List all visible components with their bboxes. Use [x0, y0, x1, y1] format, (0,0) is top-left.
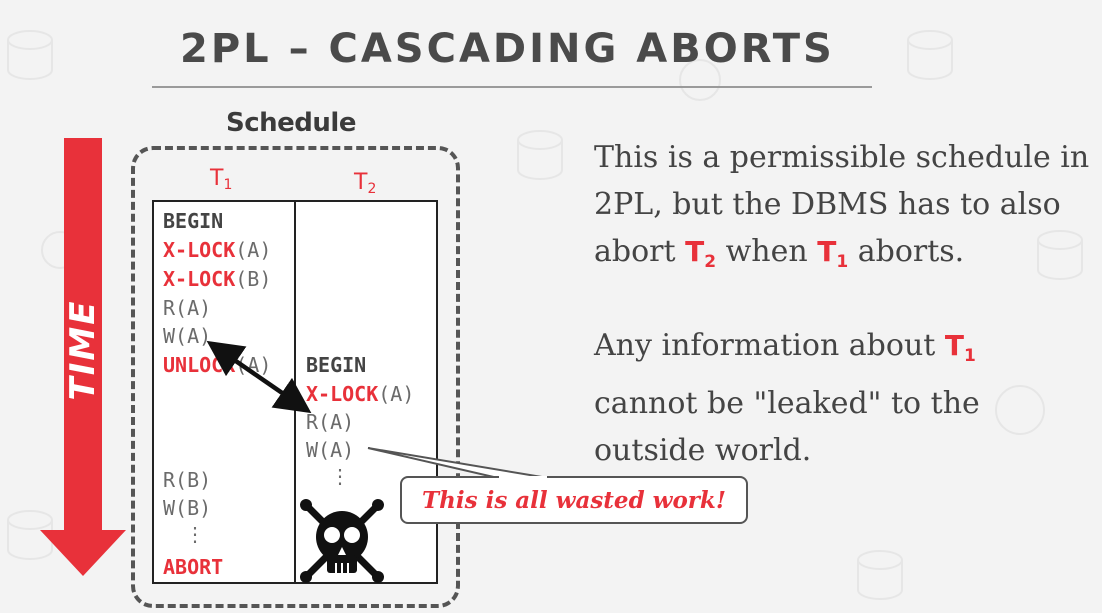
column-divider	[294, 200, 296, 584]
t1-begin: BEGIN	[163, 209, 224, 233]
t1-unlock-a: UNLOCK(A)	[163, 353, 272, 377]
t1-read-b: R(B)	[163, 468, 212, 492]
t2-header: T2	[354, 170, 377, 197]
t2-write-a: W(A)	[306, 438, 355, 462]
schedule-label: Schedule	[226, 108, 356, 138]
t1-reference: T1	[944, 329, 976, 366]
callout-seam	[499, 476, 547, 479]
t2-begin: BEGIN	[306, 353, 367, 377]
t2-read-a: R(A)	[306, 410, 355, 434]
explanation-paragraph-2: Any information about T1 cannot be "leak…	[594, 322, 1094, 474]
p1-line-1: This is a permissible schedule in	[594, 140, 1090, 175]
t1-xlock-b: X-LOCK(B)	[163, 267, 272, 291]
p2-line-2: cannot be "leaked" to the	[594, 386, 980, 421]
p1-line-3: abort T2 when T1 aborts.	[594, 234, 965, 272]
time-axis-label: TIME	[63, 299, 103, 401]
t2-reference: T2	[685, 235, 717, 272]
explanation-paragraph-1: This is a permissible schedule in 2PL, b…	[594, 134, 1094, 286]
t1-reference: T1	[817, 235, 849, 272]
p2-line-3: outside world.	[594, 433, 812, 468]
t1-read-a: R(A)	[163, 296, 212, 320]
wasted-work-callout: This is all wasted work!	[400, 476, 748, 524]
t1-xlock-a: X-LOCK(A)	[163, 238, 272, 262]
t1-write-b: W(B)	[163, 496, 212, 520]
t1-abort: ABORT	[163, 555, 224, 579]
t2-ellipsis: ⋮	[330, 464, 350, 488]
title-rule	[152, 86, 872, 88]
t1-ellipsis: ⋮	[185, 522, 205, 546]
t1-write-a: W(A)	[163, 324, 212, 348]
slide-title: 2PL – CASCADING ABORTS	[180, 26, 835, 72]
callout-text: This is all wasted work!	[422, 486, 726, 514]
t2-xlock-a: X-LOCK(A)	[306, 382, 415, 406]
p2-line-1: Any information about T1	[594, 328, 976, 366]
t1-header: T1	[210, 166, 233, 193]
p1-line-2: 2PL, but the DBMS has to also	[594, 187, 1061, 222]
